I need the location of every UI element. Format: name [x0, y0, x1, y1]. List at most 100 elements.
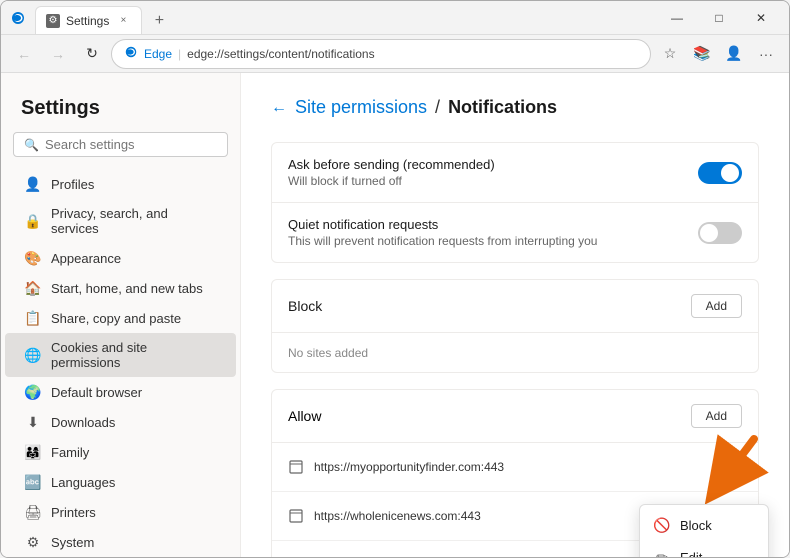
block-icon: 🚫: [654, 517, 670, 533]
sidebar-item-family[interactable]: 👨‍👩‍👧 Family: [5, 437, 236, 467]
quiet-setting-label: Quiet notification requests: [288, 217, 698, 232]
ask-setting-desc: Will block if turned off: [288, 174, 698, 188]
sidebar-item-languages[interactable]: 🔤 Languages: [5, 467, 236, 497]
refresh-button[interactable]: ↻: [77, 39, 107, 69]
sidebar-item-share-copy[interactable]: 📋 Share, copy and paste: [5, 303, 236, 333]
maximize-button[interactable]: □: [699, 3, 739, 33]
quiet-notifications-row: Quiet notification requests This will pr…: [272, 203, 758, 262]
more-menu-button[interactable]: ···: [751, 39, 781, 69]
allow-header: Allow Add: [271, 389, 759, 443]
sidebar-item-downloads[interactable]: ⬇ Downloads: [5, 407, 236, 437]
ask-toggle[interactable]: [698, 162, 742, 184]
address-url: edge://settings/content/notifications: [187, 47, 638, 61]
settings-tab[interactable]: ⚙ Settings ×: [35, 6, 142, 34]
block-add-button[interactable]: Add: [691, 294, 742, 318]
no-sites-text: No sites added: [288, 346, 368, 360]
new-tab-button[interactable]: +: [146, 8, 172, 34]
sidebar-icon-profiles: 👤: [25, 176, 41, 192]
sidebar-item-default-browser[interactable]: 🌍 Default browser: [5, 377, 236, 407]
sidebar-nav: 👤 Profiles 🔒 Privacy, search, and servic…: [1, 169, 240, 557]
block-body: No sites added: [271, 333, 759, 373]
browser-frame: ⚙ Settings × + — □ ✕ ← → ↻ Edge | edge:/…: [0, 0, 790, 558]
sidebar-icon-appearance: 🎨: [25, 250, 41, 266]
sidebar-item-appearance[interactable]: 🎨 Appearance: [5, 243, 236, 273]
sidebar-icon-share-copy: 📋: [25, 310, 41, 326]
sidebar-label-appearance: Appearance: [51, 251, 121, 266]
sidebar-label-profiles: Profiles: [51, 177, 94, 192]
sidebar-item-cookies[interactable]: 🌐 Cookies and site permissions: [5, 333, 236, 377]
sidebar-icon-printers: 🖨: [25, 504, 41, 520]
back-button[interactable]: ←: [9, 39, 39, 69]
sidebar-icon-privacy: 🔒: [25, 213, 41, 229]
content-area: ← Site permissions / Notifications Ask b…: [241, 73, 789, 557]
minimize-button[interactable]: —: [657, 3, 697, 33]
ask-setting-label: Ask before sending (recommended): [288, 157, 698, 172]
sidebar-icon-downloads: ⬇: [25, 414, 41, 430]
allow-title: Allow: [288, 408, 691, 424]
favorites-icon[interactable]: ☆: [655, 39, 685, 69]
profile-icon[interactable]: 👤: [719, 39, 749, 69]
quiet-toggle[interactable]: [698, 222, 742, 244]
ask-setting-info: Ask before sending (recommended) Will bl…: [288, 157, 698, 188]
site-icon-1: [288, 508, 304, 524]
quiet-toggle-thumb: [700, 224, 718, 242]
sidebar-icon-default-browser: 🌍: [25, 384, 41, 400]
block-section: Block Add No sites added: [271, 279, 759, 373]
quiet-setting-desc: This will prevent notification requests …: [288, 234, 698, 248]
sidebar-label-default-browser: Default browser: [51, 385, 142, 400]
sidebar-label-family: Family: [51, 445, 89, 460]
search-box[interactable]: 🔍: [13, 132, 228, 157]
sidebar-label-share-copy: Share, copy and paste: [51, 311, 181, 326]
block-title: Block: [288, 298, 691, 314]
settings-tab-label: Settings: [66, 14, 109, 28]
sidebar-icon-start-home: 🏠: [25, 280, 41, 296]
window-controls: — □ ✕: [657, 3, 781, 33]
forward-button[interactable]: →: [43, 39, 73, 69]
back-breadcrumb-button[interactable]: ←: [271, 99, 287, 117]
context-menu-edit[interactable]: ✏ Edit: [640, 541, 768, 557]
address-bar[interactable]: Edge | edge://settings/content/notificat…: [111, 39, 651, 69]
context-menu-block[interactable]: 🚫 Block: [640, 509, 768, 541]
sidebar-item-profiles[interactable]: 👤 Profiles: [5, 169, 236, 199]
sidebar-item-privacy[interactable]: 🔒 Privacy, search, and services: [5, 199, 236, 243]
notifications-settings-card: Ask before sending (recommended) Will bl…: [271, 142, 759, 263]
sidebar-item-printers[interactable]: 🖨 Printers: [5, 497, 236, 527]
site-icon-0: [288, 459, 304, 475]
close-button[interactable]: ✕: [741, 3, 781, 33]
context-menu: 🚫 Block ✏ Edit 🗑 Remove: [639, 504, 769, 557]
edit-icon: ✏: [654, 549, 670, 557]
toolbar: ← → ↻ Edge | edge://settings/content/not…: [1, 35, 789, 73]
main-area: Settings 🔍 👤 Profiles 🔒 Privacy, search,…: [1, 73, 789, 557]
sidebar-item-system[interactable]: ⚙ System: [5, 527, 236, 557]
allow-add-button[interactable]: Add: [691, 404, 742, 428]
sidebar-label-cookies: Cookies and site permissions: [51, 340, 216, 370]
toolbar-icons: ☆ 📚 👤 ···: [655, 39, 781, 69]
search-icon: 🔍: [24, 138, 39, 152]
sidebar-label-privacy: Privacy, search, and services: [51, 206, 216, 236]
tab-close-btn[interactable]: ×: [115, 13, 131, 29]
sidebar-icon-system: ⚙: [25, 534, 41, 550]
address-prefix: Edge: [144, 47, 172, 61]
tab-area: ⚙ Settings × +: [35, 1, 649, 34]
sidebar-label-printers: Printers: [51, 505, 96, 520]
sidebar-label-start-home: Start, home, and new tabs: [51, 281, 203, 296]
settings-tab-icon: ⚙: [46, 14, 60, 28]
collections-icon[interactable]: 📚: [687, 39, 717, 69]
site-more-button-0[interactable]: ···: [714, 453, 742, 481]
sidebar-icon-languages: 🔤: [25, 474, 41, 490]
title-bar: ⚙ Settings × + — □ ✕: [1, 1, 789, 35]
sidebar-label-downloads: Downloads: [51, 415, 115, 430]
settings-title: Settings: [1, 81, 240, 132]
context-menu-block-label: Block: [680, 518, 712, 533]
title-bar-left: [9, 9, 27, 27]
sidebar-icon-family: 👨‍👩‍👧: [25, 444, 41, 460]
page-title: Notifications: [448, 97, 557, 118]
address-divider: |: [178, 47, 181, 61]
sidebar-item-start-home[interactable]: 🏠 Start, home, and new tabs: [5, 273, 236, 303]
sidebar-label-languages: Languages: [51, 475, 115, 490]
search-input[interactable]: [45, 137, 221, 152]
block-header: Block Add: [271, 279, 759, 333]
sidebar-icon-cookies: 🌐: [25, 347, 41, 363]
page-header: ← Site permissions / Notifications: [271, 97, 759, 118]
breadcrumb-link[interactable]: Site permissions: [295, 97, 427, 118]
